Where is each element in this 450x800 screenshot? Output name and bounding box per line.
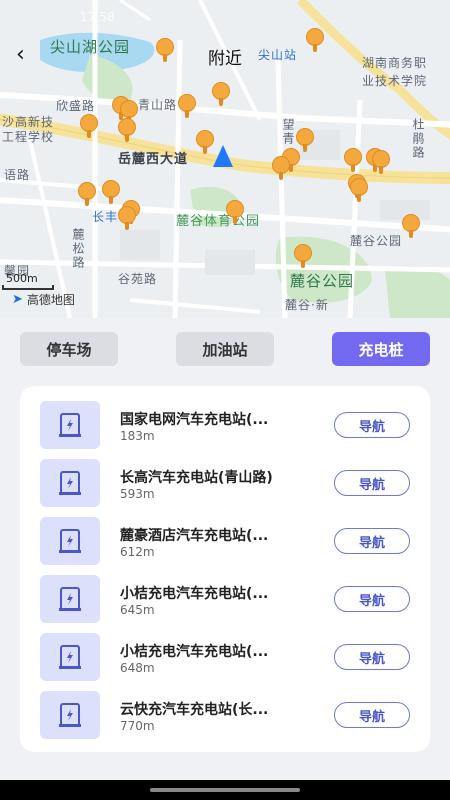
charging-pin-icon[interactable] — [196, 130, 214, 154]
map-label-shagao-2: 工程学校 — [2, 130, 55, 144]
charging-pin-icon[interactable] — [350, 178, 368, 202]
map-label-lugu-park: 麓谷公园 — [290, 272, 355, 290]
amap-logo-text: 高德地图 — [26, 293, 75, 307]
station-list-item[interactable]: 小桔充电汽车充电站(... 648m 导航 — [20, 633, 430, 691]
map-scale-bar — [2, 285, 54, 290]
station-name: 长高汽车充电站(青山路) — [120, 470, 273, 486]
charging-pin-icon[interactable] — [80, 114, 98, 138]
map-label-dujuan-road: 杜鹃路 — [411, 118, 425, 160]
filter-parking-button[interactable]: 停车场 — [20, 332, 118, 366]
station-list-item[interactable]: 云快充汽车充电站(长... 770m 导航 — [20, 691, 430, 749]
system-navigation-bar — [0, 780, 450, 800]
navigate-button[interactable]: 导航 — [334, 470, 410, 496]
navigate-button[interactable]: 导航 — [334, 586, 410, 612]
map-label-college-2: 业技术学院 — [362, 74, 428, 88]
navigate-button[interactable]: 导航 — [334, 702, 410, 728]
map-label-xinsheng-road: 欣盛路 — [56, 99, 96, 113]
navigate-button[interactable]: 导航 — [334, 412, 410, 438]
map-label-changfeng: 长丰 — [92, 210, 119, 224]
charging-station-icon — [40, 401, 100, 449]
charging-pin-icon[interactable] — [402, 214, 420, 238]
station-name: 国家电网汽车充电站(... — [120, 412, 269, 428]
home-indicator[interactable] — [150, 788, 300, 792]
map-label-yulu: 语路 — [4, 168, 31, 182]
station-distance: 183m — [120, 429, 155, 443]
charging-pin-icon[interactable] — [226, 200, 244, 224]
charging-station-icon — [40, 575, 100, 623]
map-label-lusong-road: 麓松路 — [71, 228, 85, 270]
charging-pin-icon[interactable] — [118, 206, 136, 230]
status-time: 17:58 — [80, 10, 115, 24]
category-filter-row: 停车场 加油站 充电桩 — [0, 332, 450, 366]
map-label-qingshan-road: 青山路 — [138, 98, 178, 112]
current-location-icon — [213, 145, 233, 167]
charging-station-icon — [40, 459, 100, 507]
station-distance: 612m — [120, 545, 155, 559]
map-label-lugu-stadium: 麓谷体育公园 — [176, 214, 261, 229]
station-list-item[interactable]: 国家电网汽车充电站(... 183m 导航 — [20, 401, 430, 459]
station-list-item[interactable]: 小桔充电汽车充电站(... 645m 导航 — [20, 575, 430, 633]
charging-pin-icon[interactable] — [372, 150, 390, 174]
page-title: 附近 — [208, 49, 242, 69]
station-name: 小桔充电汽车充电站(... — [120, 644, 269, 660]
charging-pin-icon[interactable] — [344, 148, 362, 172]
map-scale-label: 500m — [6, 272, 38, 285]
navigate-button[interactable]: 导航 — [334, 528, 410, 554]
map-label-wangqing: 望青 — [281, 118, 295, 146]
charging-pin-icon[interactable] — [212, 82, 230, 106]
station-list-item[interactable]: 长高汽车充电站(青山路) 593m 导航 — [20, 459, 430, 517]
map-label-guyuan-road: 谷苑路 — [118, 272, 158, 286]
station-name: 小桔充电汽车充电站(... — [120, 586, 269, 602]
charging-pin-icon[interactable] — [102, 180, 120, 204]
map-view[interactable]: 17:58 尖山湖公园 尖山站 湖南商务职 业技术学院 欣盛路 青山路 沙高新技… — [0, 0, 450, 318]
station-list: 国家电网汽车充电站(... 183m 导航 长高汽车充电站(青山路) 593m … — [20, 386, 430, 752]
filter-gas-station-button[interactable]: 加油站 — [176, 332, 274, 366]
charging-station-icon — [40, 517, 100, 565]
charging-pin-icon[interactable] — [78, 182, 96, 206]
station-distance: 770m — [120, 719, 155, 733]
charging-station-icon — [40, 691, 100, 739]
navigate-button[interactable]: 导航 — [334, 644, 410, 670]
station-list-item[interactable]: 麓豪酒店汽车充电站(... 612m 导航 — [20, 517, 430, 575]
charging-pin-icon[interactable] — [294, 244, 312, 268]
station-distance: 645m — [120, 603, 155, 617]
charging-pin-icon[interactable] — [118, 118, 136, 142]
station-name: 云快充汽车充电站(长... — [120, 702, 269, 718]
station-name: 麓豪酒店汽车充电站(... — [120, 528, 269, 544]
station-distance: 648m — [120, 661, 155, 675]
amap-logo: ➤ 高德地图 — [12, 291, 75, 308]
map-label-lugu-garden: 麓谷公园 — [350, 234, 403, 248]
filter-charging-pile-button[interactable]: 充电桩 — [332, 332, 430, 366]
charging-pin-icon[interactable] — [272, 156, 290, 180]
charging-station-icon — [40, 633, 100, 681]
charging-pin-icon[interactable] — [178, 94, 196, 118]
map-label-yuelu-west-road: 岳麓西大道 — [118, 152, 189, 167]
amap-logo-icon: ➤ — [12, 292, 23, 307]
station-distance: 593m — [120, 487, 155, 501]
map-label-lugu-new: 麓谷·新 — [285, 298, 329, 312]
